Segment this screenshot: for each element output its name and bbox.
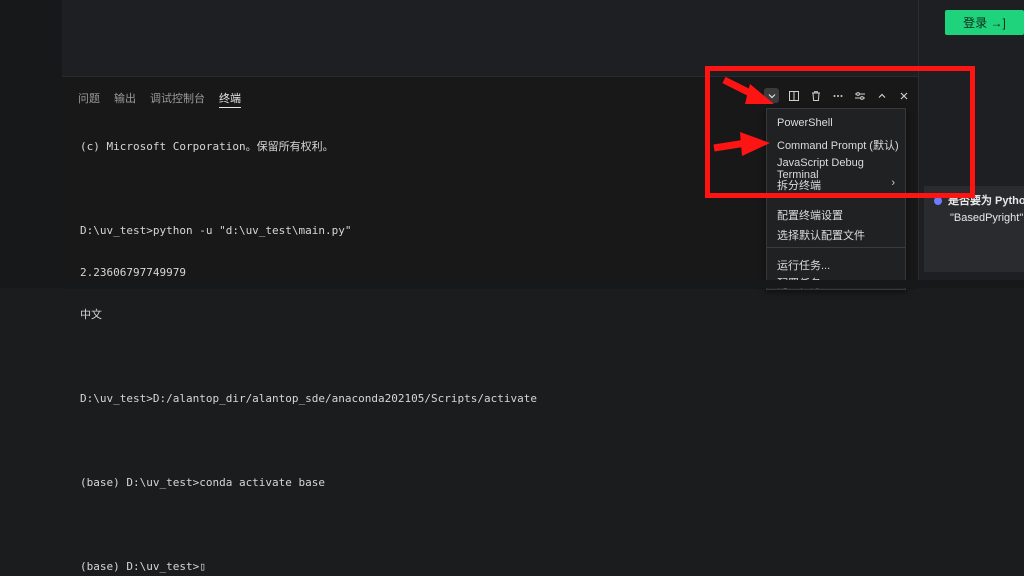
annotation-arrows <box>713 76 774 156</box>
terminal-line: (base) D:\uv_test>▯ <box>80 560 206 573</box>
terminal-line: (base) D:\uv_test>conda activate base <box>80 476 326 489</box>
red-arrow-icon <box>713 132 770 156</box>
red-arrow-icon <box>722 76 774 104</box>
terminal-line: 中文 <box>80 308 102 321</box>
status-bar <box>0 280 1024 288</box>
terminal-line: D:\uv_test>D:/alantop_dir/alantop_sde/an… <box>80 392 537 405</box>
